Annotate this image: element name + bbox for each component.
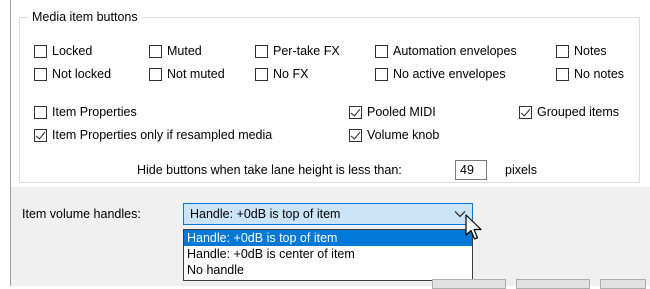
checkbox-box[interactable] bbox=[349, 105, 362, 119]
checkbox-not-muted[interactable]: Not muted bbox=[149, 65, 225, 83]
checkbox-box[interactable] bbox=[34, 105, 47, 119]
item-volume-handles-select[interactable]: Handle: +0dB is top of item bbox=[183, 203, 473, 225]
checkbox-box[interactable] bbox=[149, 67, 162, 81]
checkbox-label: Grouped items bbox=[537, 105, 619, 119]
take-lane-height-input[interactable]: 49 bbox=[455, 160, 487, 180]
checkbox-no-fx[interactable]: No FX bbox=[255, 65, 308, 83]
checkbox-grouped-items[interactable]: Grouped items bbox=[519, 103, 619, 121]
dropdown-option[interactable]: Handle: +0dB is top of item bbox=[184, 230, 472, 246]
pixels-unit-label: pixels bbox=[505, 163, 537, 177]
checkbox-box[interactable] bbox=[519, 105, 532, 119]
checkbox-label: No notes bbox=[574, 67, 625, 81]
checkbox-box[interactable] bbox=[255, 44, 268, 58]
select-value: Handle: +0dB is top of item bbox=[190, 207, 341, 221]
dialog-button[interactable] bbox=[600, 279, 646, 289]
dialog-button[interactable] bbox=[516, 279, 590, 289]
checkbox-item-properties[interactable]: Item Properties bbox=[34, 103, 137, 121]
checkbox-label: Volume knob bbox=[367, 128, 440, 142]
checkbox-volume-knob[interactable]: Volume knob bbox=[349, 126, 439, 144]
checkbox-label: No active envelopes bbox=[393, 67, 506, 81]
checkbox-label: Locked bbox=[52, 44, 93, 58]
hide-buttons-label: Hide buttons when take lane height is le… bbox=[137, 163, 402, 177]
checkbox-not-locked[interactable]: Not locked bbox=[34, 65, 111, 83]
checkbox-label: Item Properties bbox=[52, 105, 137, 119]
checkbox-label: Muted bbox=[167, 44, 202, 58]
checkbox-box[interactable] bbox=[556, 44, 569, 58]
checkbox-box[interactable] bbox=[34, 67, 47, 81]
checkbox-muted[interactable]: Muted bbox=[149, 42, 202, 60]
checkbox-item-properties-resampled[interactable]: Item Properties only if resampled media bbox=[34, 126, 272, 144]
item-volume-handles-label: Item volume handles: bbox=[22, 207, 141, 221]
checkbox-box[interactable] bbox=[34, 44, 47, 58]
checkbox-label: No FX bbox=[273, 67, 309, 81]
dropdown-option[interactable]: Handle: +0dB is center of item bbox=[184, 246, 472, 262]
checkbox-locked[interactable]: Locked bbox=[34, 42, 92, 60]
checkbox-box[interactable] bbox=[34, 128, 47, 142]
checkbox-per-take-fx[interactable]: Per-take FX bbox=[255, 42, 340, 60]
dropdown-list: Handle: +0dB is top of item Handle: +0dB… bbox=[183, 229, 473, 281]
checkbox-notes[interactable]: Notes bbox=[556, 42, 607, 60]
checkbox-label: Automation envelopes bbox=[393, 44, 517, 58]
checkbox-no-active-envelopes[interactable]: No active envelopes bbox=[375, 65, 506, 83]
checkbox-pooled-midi[interactable]: Pooled MIDI bbox=[349, 103, 436, 121]
checkbox-box[interactable] bbox=[556, 67, 569, 81]
checkbox-label: Pooled MIDI bbox=[367, 105, 436, 119]
checkbox-label: Notes bbox=[574, 44, 607, 58]
checkbox-automation-envelopes[interactable]: Automation envelopes bbox=[375, 42, 517, 60]
checkbox-label: Not locked bbox=[52, 67, 112, 81]
checkbox-box[interactable] bbox=[255, 67, 268, 81]
checkbox-box[interactable] bbox=[149, 44, 162, 58]
mouse-pointer-icon bbox=[465, 214, 482, 240]
dropdown-option[interactable]: No handle bbox=[184, 262, 472, 278]
checkbox-label: Not muted bbox=[167, 67, 225, 81]
checkbox-label: Per-take FX bbox=[273, 44, 340, 58]
checkbox-box[interactable] bbox=[349, 128, 362, 142]
checkbox-no-notes[interactable]: No notes bbox=[556, 65, 624, 83]
group-title: Media item buttons bbox=[28, 10, 142, 24]
checkbox-label: Item Properties only if resampled media bbox=[52, 128, 273, 142]
checkbox-box[interactable] bbox=[375, 67, 388, 81]
dialog-button[interactable] bbox=[432, 279, 506, 289]
checkbox-box[interactable] bbox=[375, 44, 388, 58]
